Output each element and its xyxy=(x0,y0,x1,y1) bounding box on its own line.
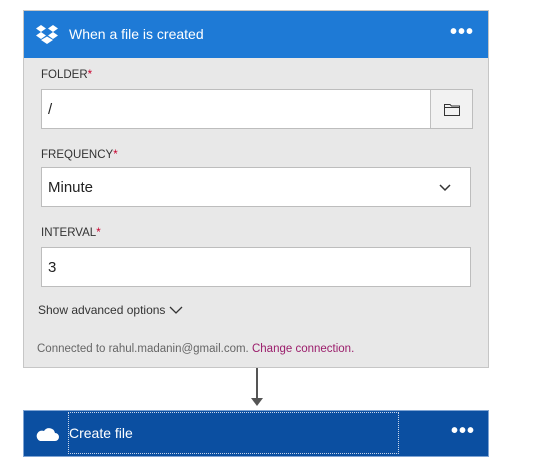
frequency-label: FREQUENCY* xyxy=(41,149,118,161)
trigger-card: When a file is created ••• FOLDER* / FRE… xyxy=(23,10,489,368)
folder-picker-button[interactable] xyxy=(430,90,472,128)
chevron-down-icon xyxy=(169,306,183,314)
folder-input[interactable]: / xyxy=(41,89,473,129)
onedrive-cloud-icon xyxy=(36,428,59,441)
action-title[interactable]: Create file xyxy=(68,412,399,454)
frequency-select[interactable]: Minute xyxy=(41,167,471,207)
trigger-title: When a file is created xyxy=(69,26,204,42)
trigger-header[interactable]: When a file is created ••• xyxy=(24,11,488,58)
action-card[interactable]: Create file ••• xyxy=(23,410,489,457)
dropbox-icon xyxy=(36,25,58,44)
interval-input[interactable]: 3 xyxy=(41,247,471,287)
action-more-button[interactable]: ••• xyxy=(451,421,475,441)
show-advanced-options-toggle[interactable]: Show advanced options xyxy=(38,303,183,317)
trigger-more-button[interactable]: ••• xyxy=(450,22,474,42)
change-connection-link[interactable]: Change connection. xyxy=(252,343,354,355)
flow-connector xyxy=(256,368,258,401)
folder-icon xyxy=(443,103,460,116)
flow-arrow-icon xyxy=(251,398,263,406)
interval-label: INTERVAL* xyxy=(41,227,101,239)
chevron-down-icon xyxy=(439,184,451,192)
folder-label: FOLDER* xyxy=(41,69,93,81)
connection-info: Connected to rahul.madanin@gmail.com. Ch… xyxy=(37,343,355,355)
